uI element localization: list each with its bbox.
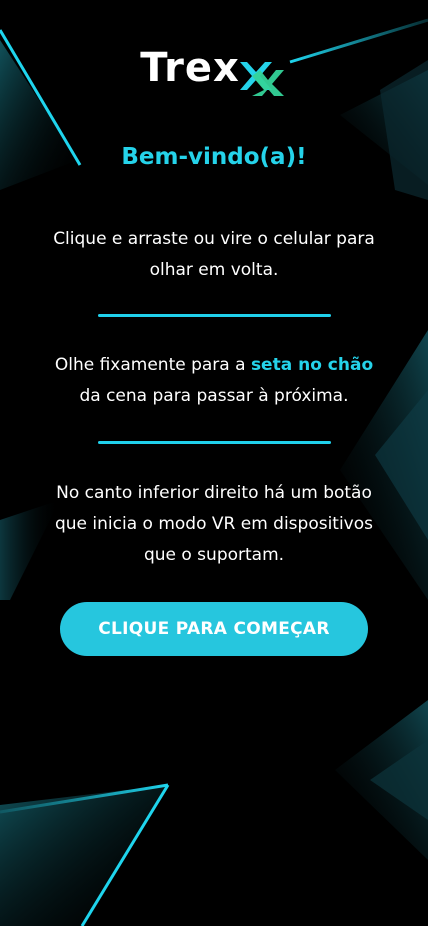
instruction-look-around: Clique e arraste ou vire o celular para … — [53, 229, 375, 280]
brand-x-mark-icon — [239, 62, 284, 96]
start-button[interactable]: CLIQUE PARA COMEÇAR — [60, 602, 368, 656]
brand-wordmark: Trex — [140, 45, 240, 91]
instruction-vr-mode: No canto inferior direito há um botão qu… — [54, 483, 374, 565]
instruction-arrow-text-after: da cena para passar à próxima. — [79, 386, 349, 406]
instruction-arrow: Olhe fixamente para a seta no chão da ce… — [44, 350, 384, 412]
instruction-arrow-text-before: Olhe fixamente para a — [54, 355, 251, 375]
instruction-arrow-highlight: seta no chão — [250, 355, 374, 375]
welcome-screen: Trex Bem-vindo(a)! Clique e arraste ou v… — [0, 0, 428, 926]
divider — [98, 441, 331, 444]
divider — [98, 314, 331, 317]
welcome-title: Bem-vindo(a)! — [121, 144, 307, 170]
brand-logo: Trex — [0, 40, 428, 100]
